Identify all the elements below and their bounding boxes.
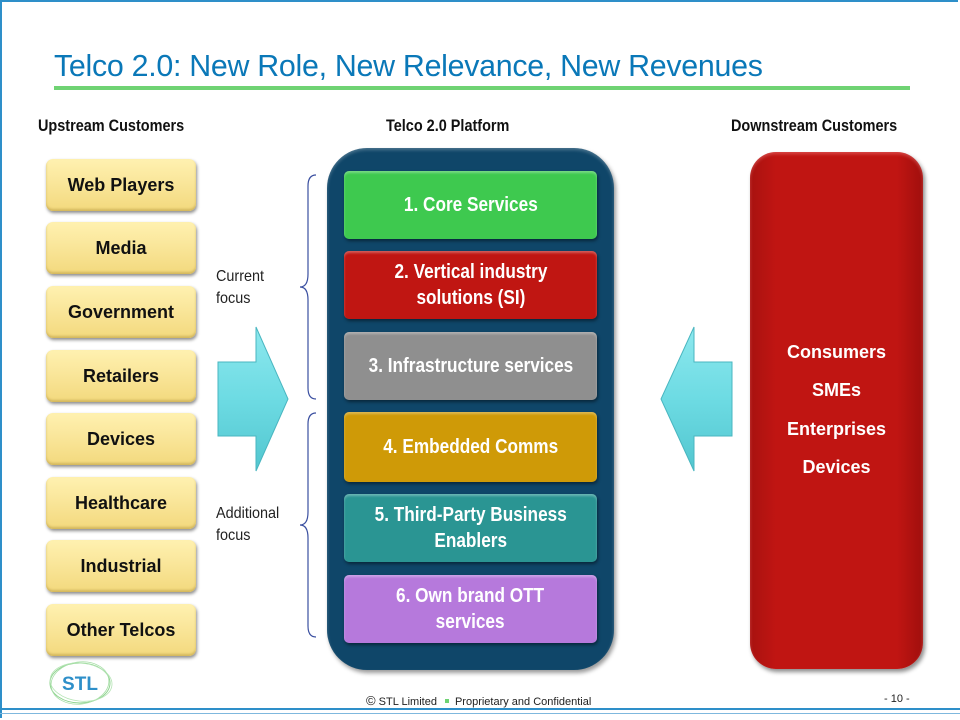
- current-focus-brace: [299, 174, 317, 400]
- service-label: 2. Vertical industry solutions (SI): [394, 259, 547, 311]
- service-label: 6. Own brand OTT services: [396, 583, 544, 635]
- platform-service-embedded: 4. Embedded Comms: [344, 412, 597, 482]
- service-label: 1. Core Services: [403, 194, 538, 216]
- platform-service-third-party: 5. Third-Party Business Enablers: [344, 494, 597, 562]
- focus-label-line: Current: [216, 268, 265, 285]
- service-label: 5. Third-Party Business Enablers: [374, 502, 566, 554]
- focus-label-line: focus: [216, 290, 251, 307]
- upstream-customer: Industrial: [46, 540, 196, 592]
- logo-text: STL: [62, 674, 98, 695]
- arrow-right-icon: [217, 326, 289, 472]
- platform-service-infrastructure: 3. Infrastructure services: [344, 332, 597, 400]
- downstream-container: [750, 152, 923, 669]
- downstream-customer: Enterprises: [786, 419, 887, 439]
- downstream-customer: Consumers: [786, 342, 887, 362]
- footer-company: STL Limited: [378, 696, 437, 708]
- footer-rule: [0, 708, 960, 710]
- upstream-customer: Other Telcos: [46, 604, 196, 656]
- service-label-line: 6. Own brand OTT: [396, 585, 545, 607]
- focus-label-line: Additional: [216, 505, 280, 522]
- footer-confidentiality: Proprietary and Confidential: [454, 696, 592, 708]
- additional-focus-brace: [299, 412, 317, 638]
- service-label: 4. Embedded Comms: [383, 436, 558, 458]
- current-focus-label: Current focus: [216, 266, 264, 310]
- copyright-icon: ©: [366, 693, 376, 708]
- service-label-line: Enablers: [434, 530, 507, 552]
- service-label-line: 5. Third-Party Business: [374, 504, 567, 526]
- upstream-customer: Retailers: [46, 350, 196, 402]
- service-label-line: 2. Vertical industry: [394, 261, 547, 283]
- slide-title: Telco 2.0: New Role, New Relevance, New …: [54, 48, 763, 83]
- footer-copyright: © STL Limited Proprietary and Confidentia…: [366, 693, 591, 708]
- page-number: - 10 -: [884, 693, 910, 705]
- downstream-heading: Downstream Customers: [731, 116, 898, 135]
- upstream-heading: Upstream Customers: [38, 116, 185, 135]
- upstream-customer: Devices: [46, 413, 196, 465]
- platform-service-vertical: 2. Vertical industry solutions (SI): [344, 251, 597, 319]
- title-underline: [54, 86, 910, 90]
- platform-service-ott: 6. Own brand OTT services: [344, 575, 597, 643]
- upstream-customer: Media: [46, 222, 196, 274]
- downstream-customer: Devices: [802, 457, 871, 477]
- upstream-customer: Web Players: [46, 159, 196, 211]
- footer-rule-thin: [0, 713, 960, 714]
- upstream-customer: Government: [46, 286, 196, 338]
- service-label: 3. Infrastructure services: [368, 355, 573, 377]
- service-label-line: solutions (SI): [416, 287, 525, 309]
- footer-separator-dot: [444, 699, 449, 704]
- focus-label-line: focus: [216, 527, 251, 544]
- arrow-left-icon: [660, 326, 733, 472]
- upstream-customer: Healthcare: [46, 477, 196, 529]
- platform-heading: Telco 2.0 Platform: [386, 116, 510, 135]
- additional-focus-label: Additional focus: [216, 503, 279, 547]
- platform-service-core: 1. Core Services: [344, 171, 597, 239]
- service-label-line: services: [436, 611, 505, 633]
- stl-logo: STL: [49, 661, 113, 705]
- downstream-customer: SMEs: [811, 380, 862, 400]
